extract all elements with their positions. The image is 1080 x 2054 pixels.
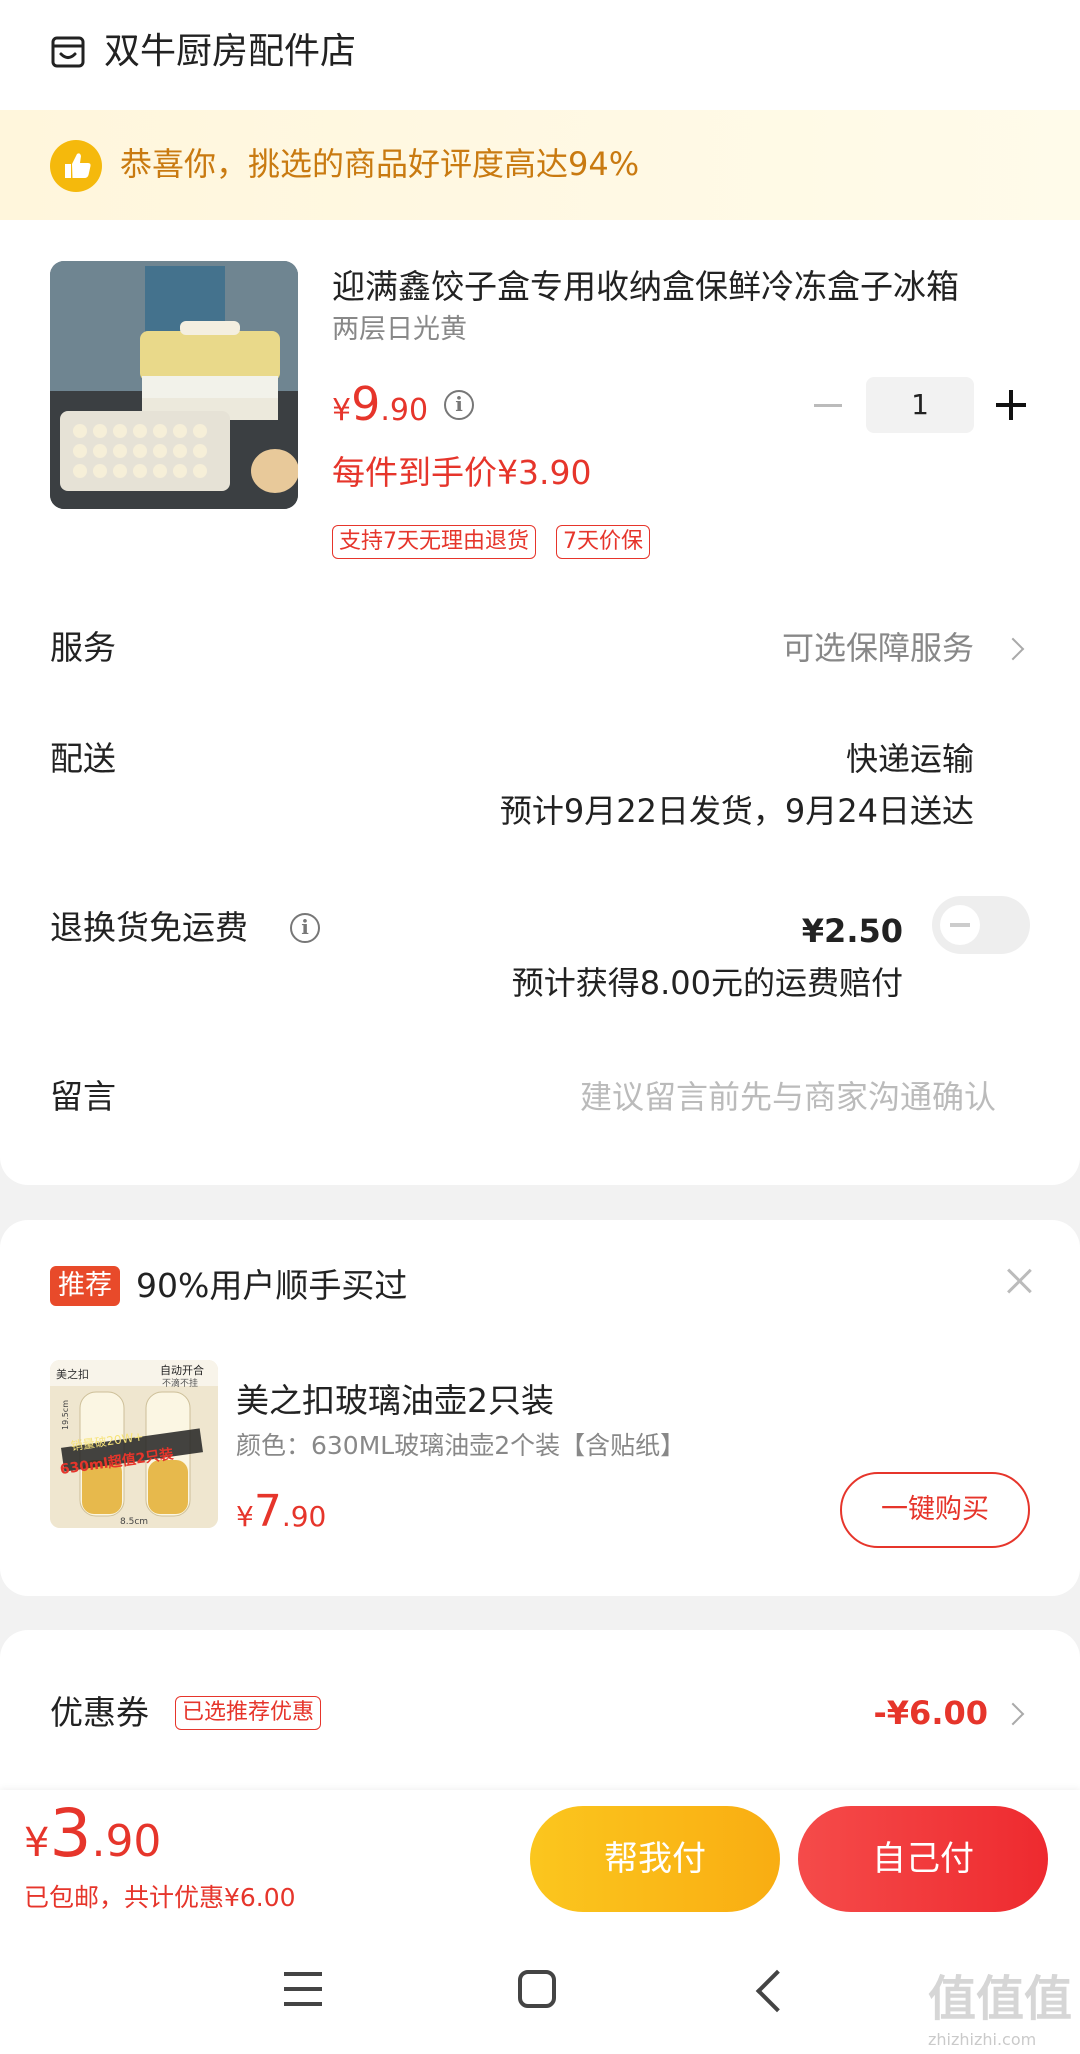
coupon-tag: 已选推荐优惠	[175, 1696, 322, 1730]
img-noleak-text: 不滴不挂	[162, 1377, 198, 1389]
quantity-minus-button[interactable]	[814, 404, 842, 407]
price-decimal: .90	[380, 393, 429, 428]
recommend-badge: 推荐	[50, 1266, 120, 1306]
quantity-input[interactable]: 1	[866, 377, 974, 433]
img-brand-text: 美之扣	[56, 1367, 89, 1381]
help-me-pay-button[interactable]: 帮我付	[530, 1806, 780, 1912]
delivery-estimate: 预计9月22日发货，9月24日送达	[499, 792, 974, 830]
total-symbol: ¥	[24, 1820, 50, 1866]
product-variant[interactable]: 两层日光黄	[332, 310, 467, 350]
total-integer: 3	[49, 1795, 92, 1872]
recent-apps-icon[interactable]	[284, 1972, 322, 2006]
system-nav-bar: 值值值 zhizhizhi.com	[0, 1934, 1080, 2054]
product-price: ¥9.90	[332, 376, 428, 443]
rec-price-decimal: .90	[281, 1500, 327, 1533]
return-info-icon[interactable]: i	[290, 913, 320, 943]
price-protect-tag: 7天价保	[556, 525, 650, 559]
rec-price-symbol: ¥	[236, 1500, 254, 1533]
rating-banner: 恭喜你，挑选的商品好评度高达94%	[0, 110, 1080, 220]
chevron-right-icon[interactable]	[1001, 1702, 1025, 1726]
rec-price-integer: 7	[253, 1486, 282, 1537]
order-card: 双牛厨房配件店 恭喜你，挑选的商品好评度高达94% 迎满鑫饺子盒专用收纳盒保鲜冷…	[0, 0, 1080, 1185]
price-info-icon[interactable]: i	[444, 390, 474, 420]
total-discount-note: 已包邮，共计优惠¥6.00	[24, 1883, 296, 1912]
product-image[interactable]	[50, 261, 298, 509]
product-title[interactable]: 迎满鑫饺子盒专用收纳盒保鲜冷冻盒子冰箱	[332, 262, 1032, 312]
recommend-item-spec: 颜色：630ML玻璃油壶2个装【含贴纸】	[236, 1431, 686, 1460]
shop-name: 双牛厨房配件店	[104, 31, 357, 72]
watermark: 值值值	[928, 1971, 1073, 2027]
toggle-knob	[940, 905, 980, 945]
price-symbol: ¥	[332, 393, 352, 428]
return-shipping-price: ¥2.50	[801, 912, 903, 950]
coupon-label: 优惠券	[50, 1693, 149, 1732]
shop-icon	[51, 36, 85, 68]
home-icon[interactable]	[518, 1970, 556, 2008]
img-auto-text: 自动开合	[160, 1363, 204, 1377]
banner-text: 恭喜你，挑选的商品好评度高达94%	[120, 145, 640, 183]
recommend-item-name[interactable]: 美之扣玻璃油壶2只装	[236, 1376, 554, 1426]
img-width-text: 8.5cm	[120, 1517, 148, 1527]
recommend-title: 90%用户顺手买过	[136, 1266, 408, 1305]
return-shipping-toggle[interactable]	[932, 896, 1030, 954]
total-decimal: .90	[91, 1816, 162, 1867]
thumbs-up-icon	[50, 140, 102, 192]
watermark-url: zhizhizhi.com	[928, 2030, 1037, 2049]
recommend-item-price: ¥7.90	[236, 1484, 326, 1549]
img-height-text: 19.5cm	[61, 1400, 70, 1430]
recommend-item-image[interactable]: 美之扣 自动开合 不滴不挂 销量破20W+ 630ml超值2只装 19.5cm …	[50, 1360, 218, 1528]
service-label: 服务	[50, 628, 116, 667]
close-icon[interactable]	[1006, 1268, 1032, 1294]
price-integer: 9	[351, 377, 381, 431]
delivery-label: 配送	[50, 739, 116, 778]
quantity-plus-button[interactable]	[996, 390, 1026, 420]
delivery-method: 快递运输	[845, 740, 974, 778]
total-price: ¥3.90	[24, 1794, 161, 1891]
coupon-card[interactable]: 优惠券 已选推荐优惠 -¥6.00	[0, 1630, 1080, 1790]
coupon-amount: -¥6.00	[873, 1694, 989, 1732]
return-policy-tag: 支持7天无理由退货	[332, 525, 536, 559]
shop-header[interactable]: 双牛厨房配件店	[0, 0, 1080, 110]
chevron-right-icon[interactable]	[1001, 637, 1025, 661]
message-label: 留言	[50, 1077, 116, 1116]
pay-myself-button[interactable]: 自己付	[798, 1806, 1048, 1912]
deal-price: 每件到手价¥3.90	[332, 453, 592, 492]
service-value[interactable]: 可选保障服务	[782, 623, 974, 673]
recommend-card: 推荐 90%用户顺手买过 美之扣 自动开合 不滴不挂 销量破20W+ 630ml…	[0, 1220, 1080, 1596]
return-shipping-note: 预计获得8.00元的运费赔付	[511, 964, 903, 1002]
checkout-bar: ¥3.90 已包邮，共计优惠¥6.00 帮我付 自己付	[0, 1790, 1080, 1934]
back-icon[interactable]	[755, 1969, 799, 2013]
one-click-buy-button[interactable]: 一键购买	[840, 1472, 1030, 1548]
return-shipping-label: 退换货免运费	[50, 908, 248, 947]
message-input[interactable]: 建议留言前先与商家沟通确认	[580, 1072, 996, 1122]
